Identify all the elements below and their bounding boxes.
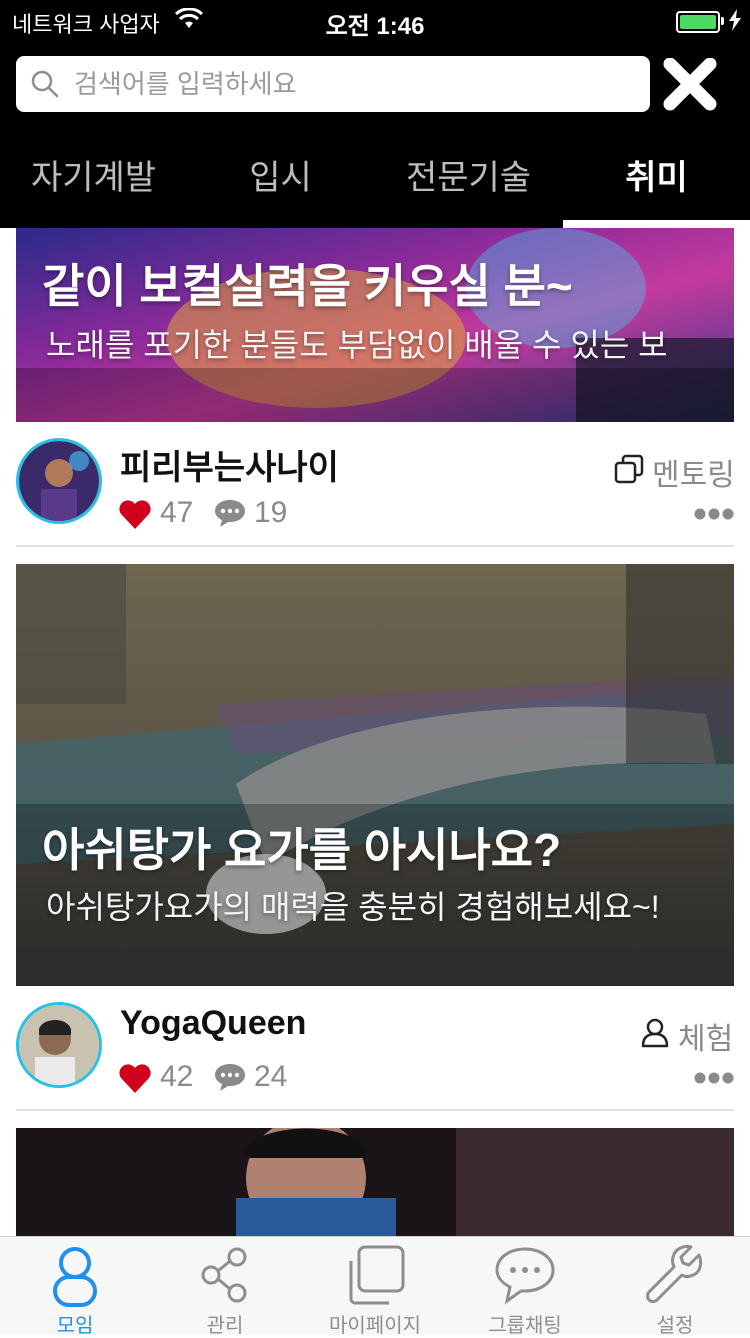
battery-icon	[676, 11, 720, 33]
like-count: 47	[160, 496, 194, 529]
card-stats: 42 24	[118, 1058, 318, 1098]
charging-icon	[729, 9, 741, 31]
card-divider	[16, 545, 734, 547]
card-banner-image[interactable]: 아쉬탕가 요가를 아시나요? 아쉬탕가요가의 매력을 충분히 경험해보세요~!	[16, 564, 734, 986]
comment-icon[interactable]	[214, 1062, 246, 1092]
more-icon[interactable]	[694, 508, 734, 520]
card-divider	[16, 1109, 734, 1111]
card-banner-image[interactable]: 같이 보컬실력을 키우실 분~ 노래를 포기한 분들도 부담없이 배울 수 있는…	[16, 228, 734, 422]
avatar[interactable]	[16, 438, 102, 524]
status-bar: 네트워크 사업자 오전 1:46	[0, 0, 750, 40]
page-icon	[349, 1245, 405, 1305]
heart-icon[interactable]	[118, 1062, 152, 1094]
close-icon[interactable]	[662, 58, 718, 112]
card-banner-image[interactable]	[16, 1128, 734, 1236]
meeting-card	[0, 1128, 750, 1236]
search-header	[0, 40, 750, 128]
bottom-tab-bar: 모임 관리 마이페이지 그룹채팅 설정	[0, 1236, 750, 1337]
like-count: 42	[160, 1060, 194, 1093]
tab-self-development[interactable]: 자기계발	[0, 128, 187, 228]
meeting-card: 같이 보컬실력을 키우실 분~ 노래를 포기한 분들도 부담없이 배울 수 있는…	[0, 228, 750, 548]
comment-icon[interactable]	[214, 498, 246, 528]
card-stats: 47 19	[118, 494, 318, 534]
comment-count: 19	[254, 496, 288, 529]
card-subtitle: 아쉬탕가요가의 매력을 충분히 경험해보세요~!	[46, 889, 660, 925]
tab-professional-skill[interactable]: 전문기술	[375, 128, 562, 228]
card-title: 아쉬탕가 요가를 아시나요?	[42, 824, 562, 876]
wrench-icon	[646, 1245, 703, 1303]
chat-icon	[495, 1247, 555, 1305]
comment-count: 24	[254, 1060, 288, 1093]
copy-icon	[614, 454, 644, 484]
card-subtitle: 노래를 포기한 분들도 부담없이 배울 수 있는 보	[46, 327, 668, 363]
author-name[interactable]: 피리부는사나이	[120, 440, 339, 489]
card-type: 체험	[640, 1014, 734, 1056]
search-icon	[31, 70, 59, 98]
tab-admission[interactable]: 입시	[187, 128, 374, 228]
meeting-card: 아쉬탕가 요가를 아시나요? 아쉬탕가요가의 매력을 충분히 경험해보세요~! …	[0, 564, 750, 1112]
card-type: 멘토링	[614, 450, 735, 492]
search-box[interactable]	[16, 56, 650, 112]
share-icon	[201, 1247, 247, 1303]
meeting-feed[interactable]: 같이 보컬실력을 키우실 분~ 노래를 포기한 분들도 부담없이 배울 수 있는…	[0, 228, 750, 1236]
active-tab-indicator	[563, 220, 750, 228]
category-tabs: 자기계발 입시 전문기술 취미	[0, 128, 750, 228]
status-time: 오전 1:46	[325, 13, 425, 40]
person-icon	[641, 1018, 669, 1048]
nav-meeting[interactable]: 모임	[0, 1237, 150, 1337]
group-icon	[53, 1247, 97, 1307]
search-input[interactable]	[72, 62, 636, 106]
nav-settings[interactable]: 설정	[600, 1237, 750, 1337]
nav-group-chat[interactable]: 그룹채팅	[450, 1237, 600, 1337]
more-icon[interactable]	[694, 1072, 734, 1084]
singer-photo	[16, 1128, 734, 1236]
nav-manage[interactable]: 관리	[150, 1237, 300, 1337]
card-type-label: 멘토링	[652, 459, 735, 492]
card-title: 같이 보컬실력을 키우실 분~	[42, 260, 573, 312]
heart-icon[interactable]	[118, 498, 152, 530]
author-name[interactable]: YogaQueen	[120, 1004, 306, 1043]
avatar[interactable]	[16, 1002, 102, 1088]
card-type-label: 체험	[678, 1023, 734, 1056]
nav-my-page[interactable]: 마이페이지	[300, 1237, 450, 1337]
tab-hobby[interactable]: 취미	[563, 128, 750, 228]
